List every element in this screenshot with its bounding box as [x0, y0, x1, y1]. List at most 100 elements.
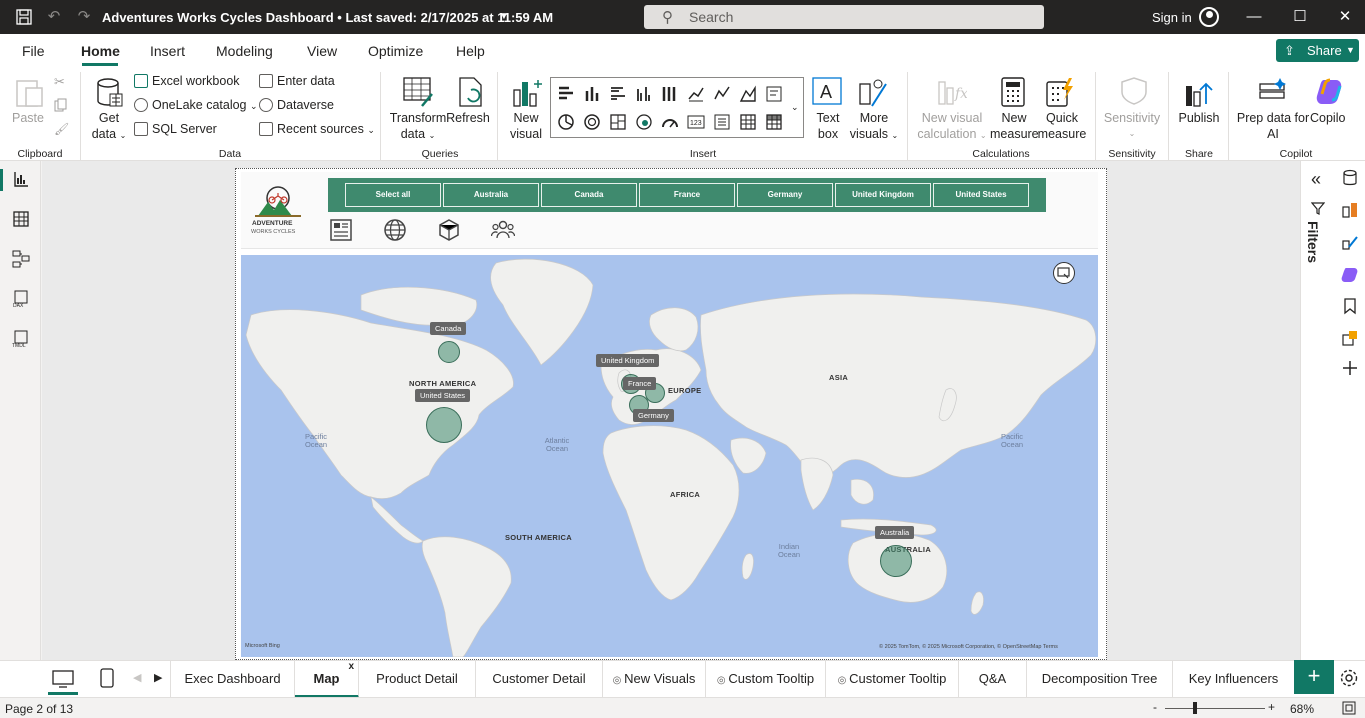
- multi-row-card-icon[interactable]: [713, 113, 731, 131]
- slicer-option-united-states[interactable]: United States: [933, 183, 1029, 207]
- selection-pane-icon[interactable]: [1341, 329, 1359, 347]
- sensitivity-button[interactable]: Sensitivity ⌄: [1102, 110, 1162, 142]
- more-visuals-button[interactable]: More visuals ⌄: [848, 110, 900, 144]
- slicer-option-canada[interactable]: Canada: [541, 183, 637, 207]
- clustered-column-chart-icon[interactable]: [635, 85, 653, 103]
- gallery-expand-icon[interactable]: ⌄: [791, 102, 799, 113]
- cut-icon[interactable]: ✂: [54, 74, 65, 90]
- settings-gear-icon[interactable]: [1339, 668, 1359, 688]
- sql-server-button[interactable]: SQL Server: [134, 122, 217, 136]
- recent-sources-button[interactable]: Recent sources ⌄: [259, 122, 375, 136]
- undo-icon[interactable]: ↶: [46, 9, 62, 25]
- menu-file[interactable]: File: [22, 43, 45, 59]
- slicer-option-select-all[interactable]: Select all: [345, 183, 441, 207]
- stacked-column-100-icon[interactable]: [661, 85, 679, 103]
- tmdl-view-icon[interactable]: TMDL: [12, 330, 30, 348]
- minimize-icon[interactable]: —: [1245, 8, 1263, 26]
- menu-modeling[interactable]: Modeling: [216, 43, 273, 59]
- globe-nav-icon[interactable]: [383, 218, 407, 242]
- save-icon[interactable]: [16, 9, 32, 25]
- pie-chart-icon[interactable]: [557, 113, 575, 131]
- area-chart-icon[interactable]: [739, 85, 757, 103]
- bookmark-icon[interactable]: [1341, 297, 1359, 315]
- expand-pane-icon[interactable]: «: [1311, 169, 1321, 190]
- scroll-left-icon[interactable]: ◀: [133, 671, 141, 684]
- tab-qa[interactable]: Q&A: [959, 661, 1027, 698]
- enter-data-button[interactable]: Enter data: [259, 74, 335, 88]
- map-bubble-united-states[interactable]: [426, 407, 462, 443]
- format-painter-icon[interactable]: 🖌: [54, 122, 69, 136]
- tab-customer-detail[interactable]: Customer Detail: [476, 661, 603, 698]
- paste-button[interactable]: Paste: [8, 110, 48, 126]
- donut-chart-icon[interactable]: [583, 113, 601, 131]
- clustered-bar-chart-icon[interactable]: [609, 85, 627, 103]
- table-view-icon[interactable]: [12, 210, 30, 228]
- focus-mode-icon[interactable]: [1053, 262, 1075, 284]
- get-data-button[interactable]: Get data ⌄: [88, 110, 130, 144]
- ribbon-chart-icon[interactable]: [687, 85, 705, 103]
- tab-product-detail[interactable]: Product Detail: [359, 661, 476, 698]
- dashboard-nav-icon[interactable]: [329, 218, 353, 242]
- chevron-down-icon[interactable]: ▼: [496, 9, 512, 25]
- share-button[interactable]: ⇪ Share ▼: [1276, 39, 1359, 62]
- dataverse-button[interactable]: Dataverse: [259, 98, 334, 112]
- world-map[interactable]: NORTH AMERICA SOUTH AMERICA EUROPE AFRIC…: [241, 255, 1098, 657]
- sign-in-link[interactable]: Sign in: [1152, 10, 1192, 25]
- waterfall-chart-icon[interactable]: [765, 85, 783, 103]
- zoom-slider-thumb[interactable]: [1193, 702, 1197, 714]
- report-view-icon[interactable]: [12, 170, 30, 188]
- matrix-icon[interactable]: [765, 113, 783, 131]
- new-visual-calculation-button[interactable]: New visual calculation ⌄: [914, 110, 990, 144]
- tab-customer-tooltip[interactable]: ◎ Customer Tooltip: [826, 661, 959, 698]
- tab-key-influencers[interactable]: Key Influencers: [1173, 661, 1294, 698]
- prep-data-for-ai-button[interactable]: Prep data for AI: [1236, 110, 1310, 142]
- slicer-option-australia[interactable]: Australia: [443, 183, 539, 207]
- data-pane-icon[interactable]: [1341, 169, 1359, 187]
- quick-measure-button[interactable]: Quick measure: [1036, 110, 1088, 142]
- desktop-layout-icon[interactable]: [52, 670, 74, 688]
- map-icon[interactable]: [635, 113, 653, 131]
- copy-icon[interactable]: [54, 98, 68, 115]
- gauge-icon[interactable]: [661, 113, 679, 131]
- transform-data-button[interactable]: Transform data ⌄: [388, 110, 448, 144]
- visualizations-pane-icon[interactable]: [1341, 201, 1359, 219]
- tab-exec-dashboard[interactable]: Exec Dashboard: [170, 661, 295, 698]
- scroll-right-icon[interactable]: ▶: [154, 671, 162, 684]
- card-icon[interactable]: 123: [687, 113, 705, 131]
- zoom-slider-track[interactable]: [1165, 708, 1265, 709]
- menu-help[interactable]: Help: [456, 43, 485, 59]
- map-bubble-canada[interactable]: [438, 341, 460, 363]
- add-page-button[interactable]: +: [1294, 660, 1334, 694]
- redo-icon[interactable]: ↷: [76, 9, 92, 25]
- excel-workbook-button[interactable]: Excel workbook: [134, 74, 240, 88]
- table-icon[interactable]: [739, 113, 757, 131]
- copilot-button[interactable]: Copilo: [1310, 110, 1356, 126]
- line-chart-icon[interactable]: [713, 85, 731, 103]
- menu-optimize[interactable]: Optimize: [368, 43, 423, 59]
- model-view-icon[interactable]: [12, 250, 30, 268]
- menu-home[interactable]: Home: [81, 43, 120, 59]
- search-box[interactable]: ⚲ Search: [644, 5, 1044, 29]
- stacked-column-chart-icon[interactable]: [583, 85, 601, 103]
- close-icon[interactable]: ✕: [1336, 8, 1354, 26]
- tab-custom-tooltip[interactable]: ◎ Custom Tooltip: [706, 661, 826, 698]
- tab-decomposition-tree[interactable]: Decomposition Tree: [1027, 661, 1173, 698]
- slicer-option-germany[interactable]: Germany: [737, 183, 833, 207]
- mobile-layout-icon[interactable]: [100, 668, 114, 688]
- slicer-option-united-kingdom[interactable]: United Kingdom: [835, 183, 931, 207]
- zoom-in-icon[interactable]: +: [1268, 700, 1275, 714]
- new-measure-button[interactable]: New measure: [990, 110, 1039, 142]
- customers-nav-icon[interactable]: [491, 218, 515, 242]
- zoom-out-icon[interactable]: -: [1153, 700, 1157, 714]
- menu-insert[interactable]: Insert: [150, 43, 185, 59]
- format-pane-icon[interactable]: [1341, 233, 1359, 251]
- new-visual-button[interactable]: New visual: [506, 110, 546, 142]
- map-bubble-australia[interactable]: [880, 545, 912, 577]
- treemap-icon[interactable]: [609, 113, 627, 131]
- dax-query-view-icon[interactable]: DAX: [12, 290, 30, 308]
- fit-to-page-icon[interactable]: [1342, 701, 1356, 715]
- copilot-pane-icon[interactable]: [1341, 265, 1359, 283]
- stacked-bar-chart-icon[interactable]: [557, 85, 575, 103]
- map-attribution[interactable]: © 2025 TomTom, © 2025 Microsoft Corporat…: [879, 644, 1058, 650]
- tab-map[interactable]: Map x: [295, 661, 359, 698]
